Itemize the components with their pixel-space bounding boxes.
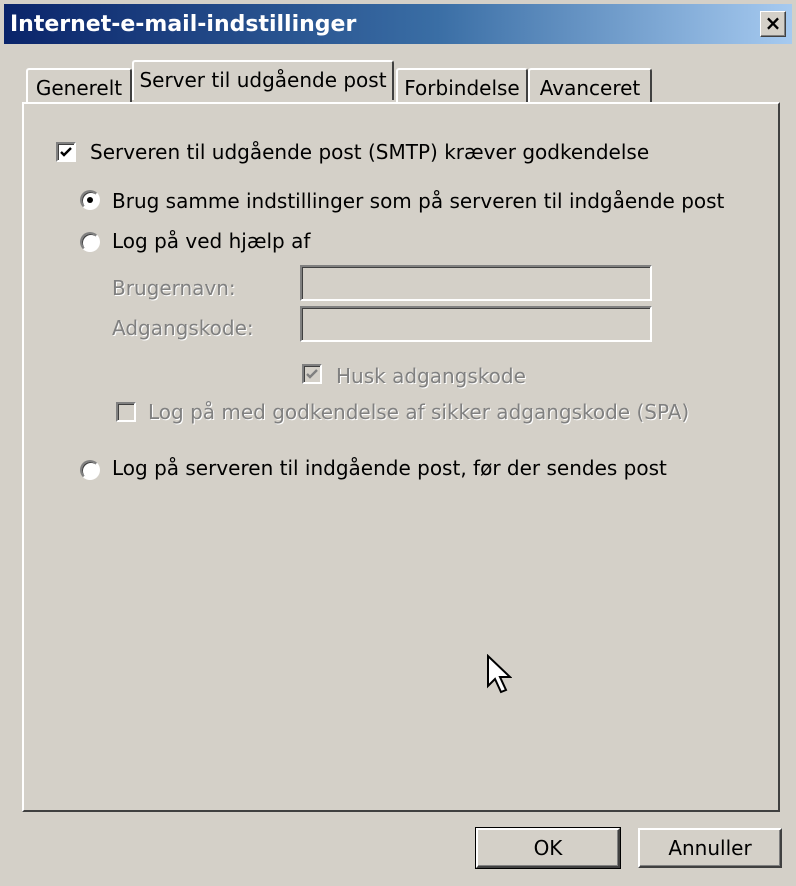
smtp-auth-label: Serveren til udgående post (SMTP) kræver… bbox=[90, 140, 650, 164]
tab-label: Server til udgående post bbox=[139, 68, 387, 92]
radio-log-on-using-label: Log på ved hjælp af bbox=[112, 229, 311, 253]
radio-same-settings-label: Brug samme indstillinger som på serveren… bbox=[112, 189, 725, 213]
remember-password-checkbox[interactable] bbox=[302, 364, 322, 384]
email-settings-dialog: Internet-e-mail-indstillinger × Generelt… bbox=[0, 0, 796, 886]
tab-label: Avanceret bbox=[539, 76, 641, 100]
smtp-auth-checkbox[interactable] bbox=[56, 142, 76, 162]
close-button[interactable]: × bbox=[760, 11, 786, 37]
cancel-button-label: Annuller bbox=[668, 836, 752, 860]
radio-same-settings[interactable] bbox=[80, 190, 100, 210]
username-label: Brugernavn: bbox=[112, 276, 236, 300]
tab-avanceret[interactable]: Avanceret bbox=[528, 68, 652, 104]
tab-label: Generelt bbox=[35, 76, 123, 100]
spa-checkbox[interactable] bbox=[116, 402, 136, 422]
radio-log-on-using[interactable] bbox=[80, 232, 100, 252]
ok-button-label: OK bbox=[533, 836, 563, 860]
password-input[interactable] bbox=[300, 306, 652, 342]
tab-label: Forbindelse bbox=[404, 76, 520, 100]
title-bar[interactable]: Internet-e-mail-indstillinger × bbox=[4, 4, 792, 44]
spa-label: Log på med godkendelse af sikker adgangs… bbox=[148, 400, 690, 424]
remember-password-label: Husk adgangskode bbox=[336, 364, 526, 388]
tab-forbindelse[interactable]: Forbindelse bbox=[396, 68, 528, 104]
radio-selected-dot bbox=[87, 197, 93, 203]
tab-server-til-udgaende-post[interactable]: Server til udgående post bbox=[132, 60, 394, 100]
checkmark-icon bbox=[60, 147, 72, 157]
username-input[interactable] bbox=[300, 265, 652, 301]
radio-log-on-incoming-first[interactable] bbox=[80, 460, 100, 480]
window-title: Internet-e-mail-indstillinger bbox=[10, 12, 357, 37]
radio-log-on-incoming-first-label: Log på serveren til indgående post, før … bbox=[112, 456, 667, 480]
mouse-pointer-icon bbox=[487, 654, 512, 694]
tab-generelt[interactable]: Generelt bbox=[26, 68, 132, 104]
close-icon: × bbox=[764, 11, 782, 35]
ok-button[interactable]: OK bbox=[475, 827, 621, 869]
password-label: Adgangskode: bbox=[112, 316, 254, 340]
cancel-button[interactable]: Annuller bbox=[638, 828, 782, 868]
checkmark-icon bbox=[306, 369, 318, 379]
